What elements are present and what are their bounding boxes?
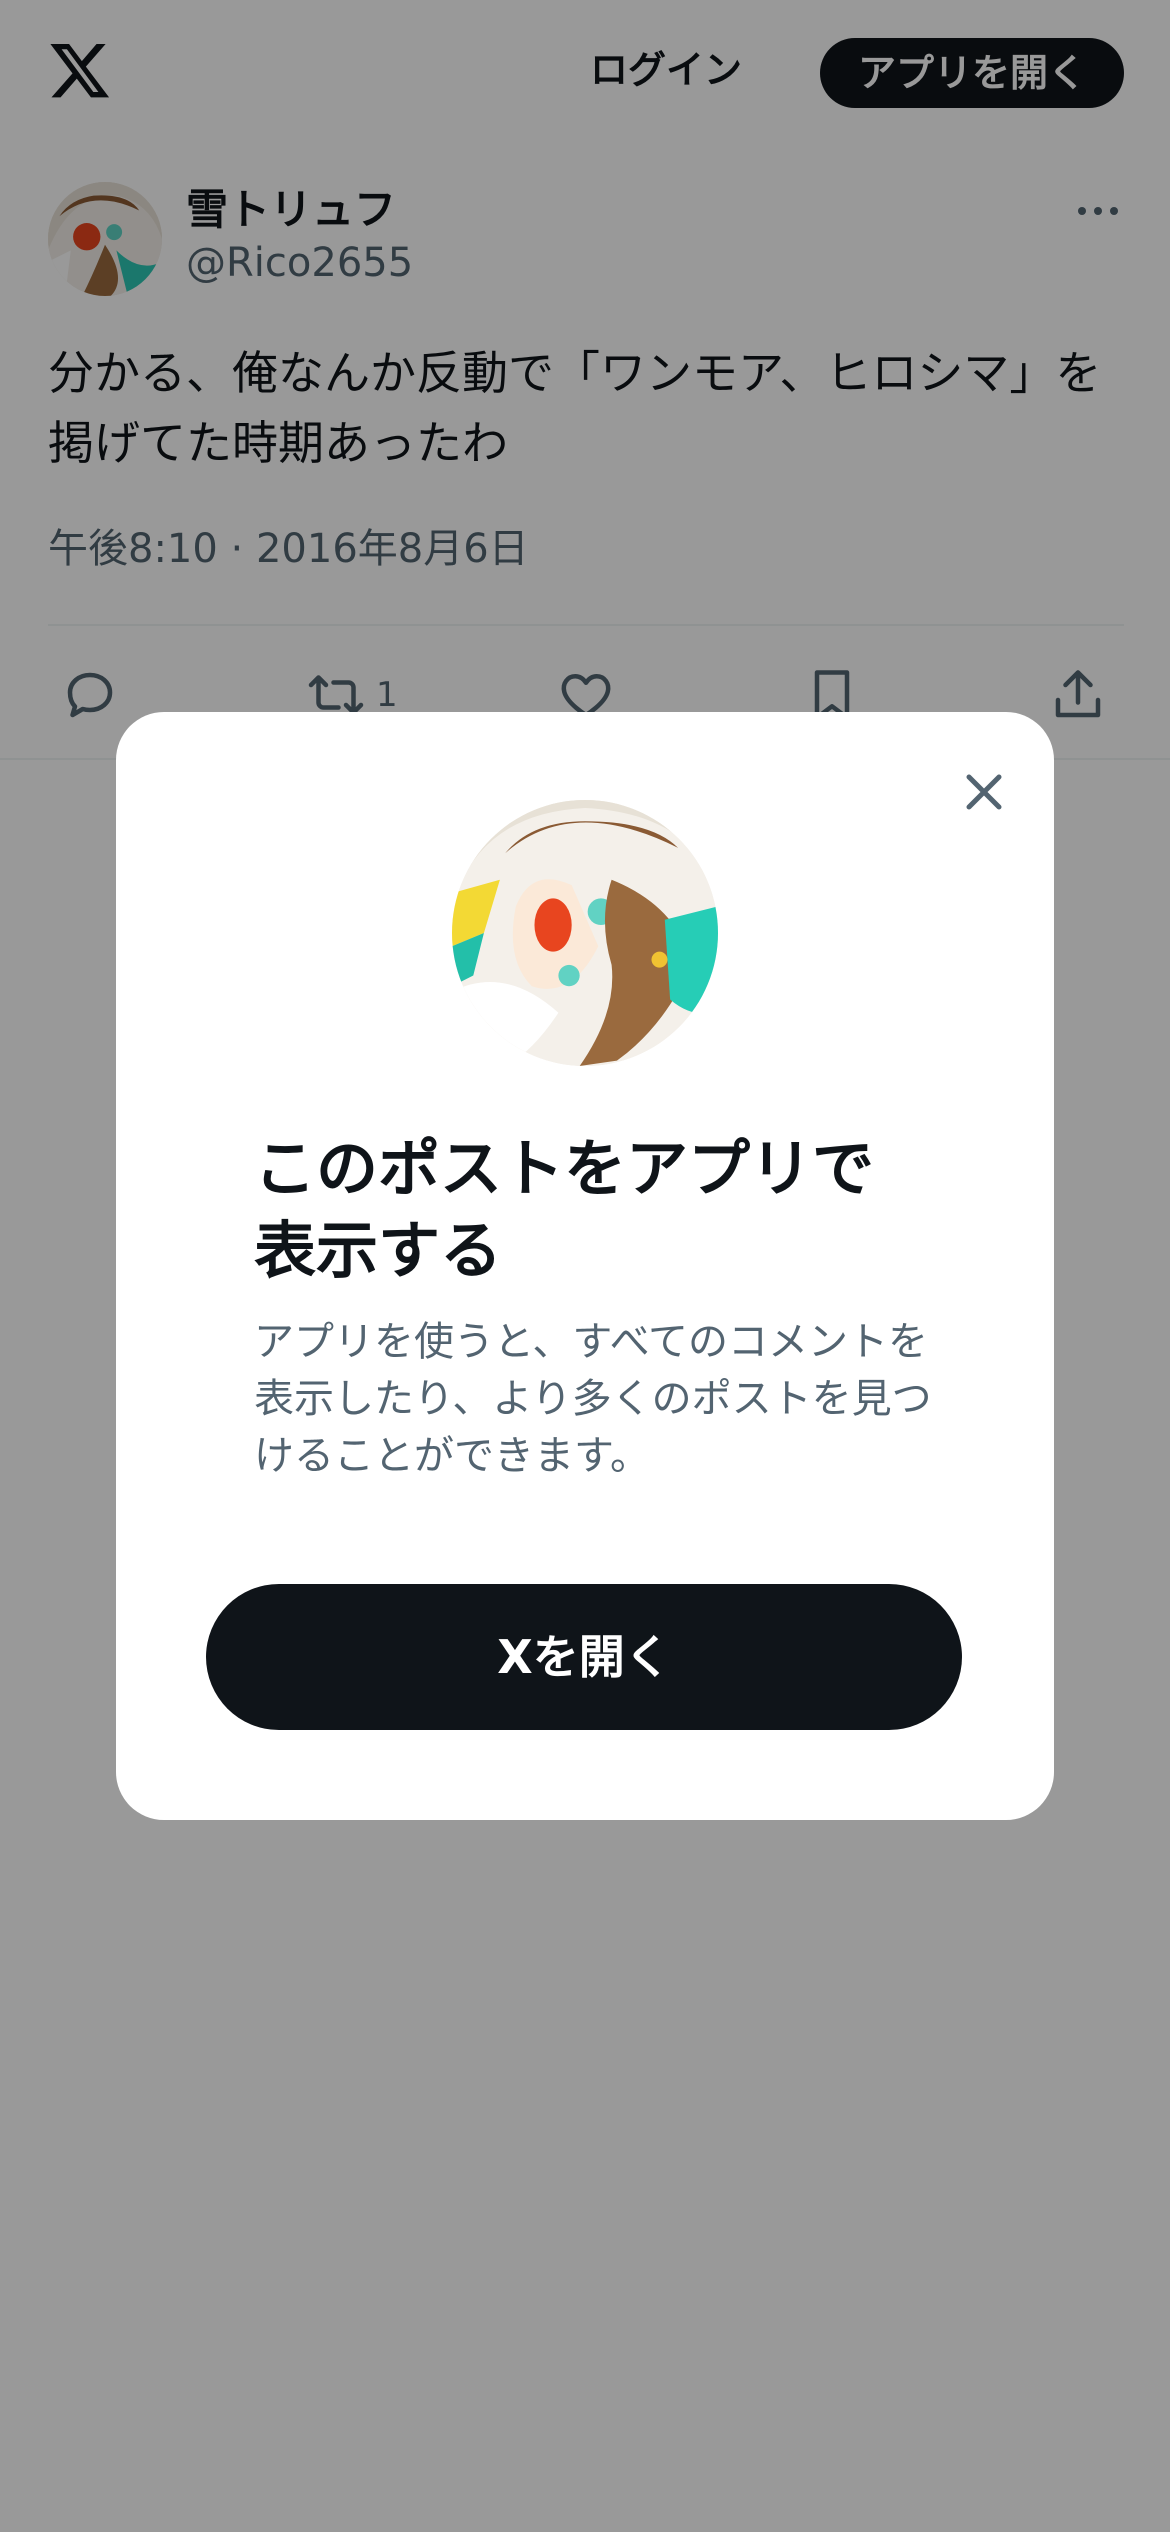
dialog-title: このポストをアプリで表示する xyxy=(254,1132,875,1287)
close-icon[interactable] xyxy=(954,762,1014,822)
open-x-button[interactable]: Xを開く xyxy=(206,1584,962,1730)
page: ログイン アプリを開く 雪トリュフ @Rico2655 分かる、俺なんか反動で「… xyxy=(0,0,1170,2532)
avatar-illustration xyxy=(452,800,718,1066)
open-in-app-dialog: このポストをアプリで表示する アプリを使うと、すべてのコメントを表示したり、より… xyxy=(116,712,1054,1820)
dialog-description: アプリを使うと、すべてのコメントを表示したり、より多くのポストを見つけることがで… xyxy=(254,1319,932,1479)
user-avatar xyxy=(452,800,718,1066)
